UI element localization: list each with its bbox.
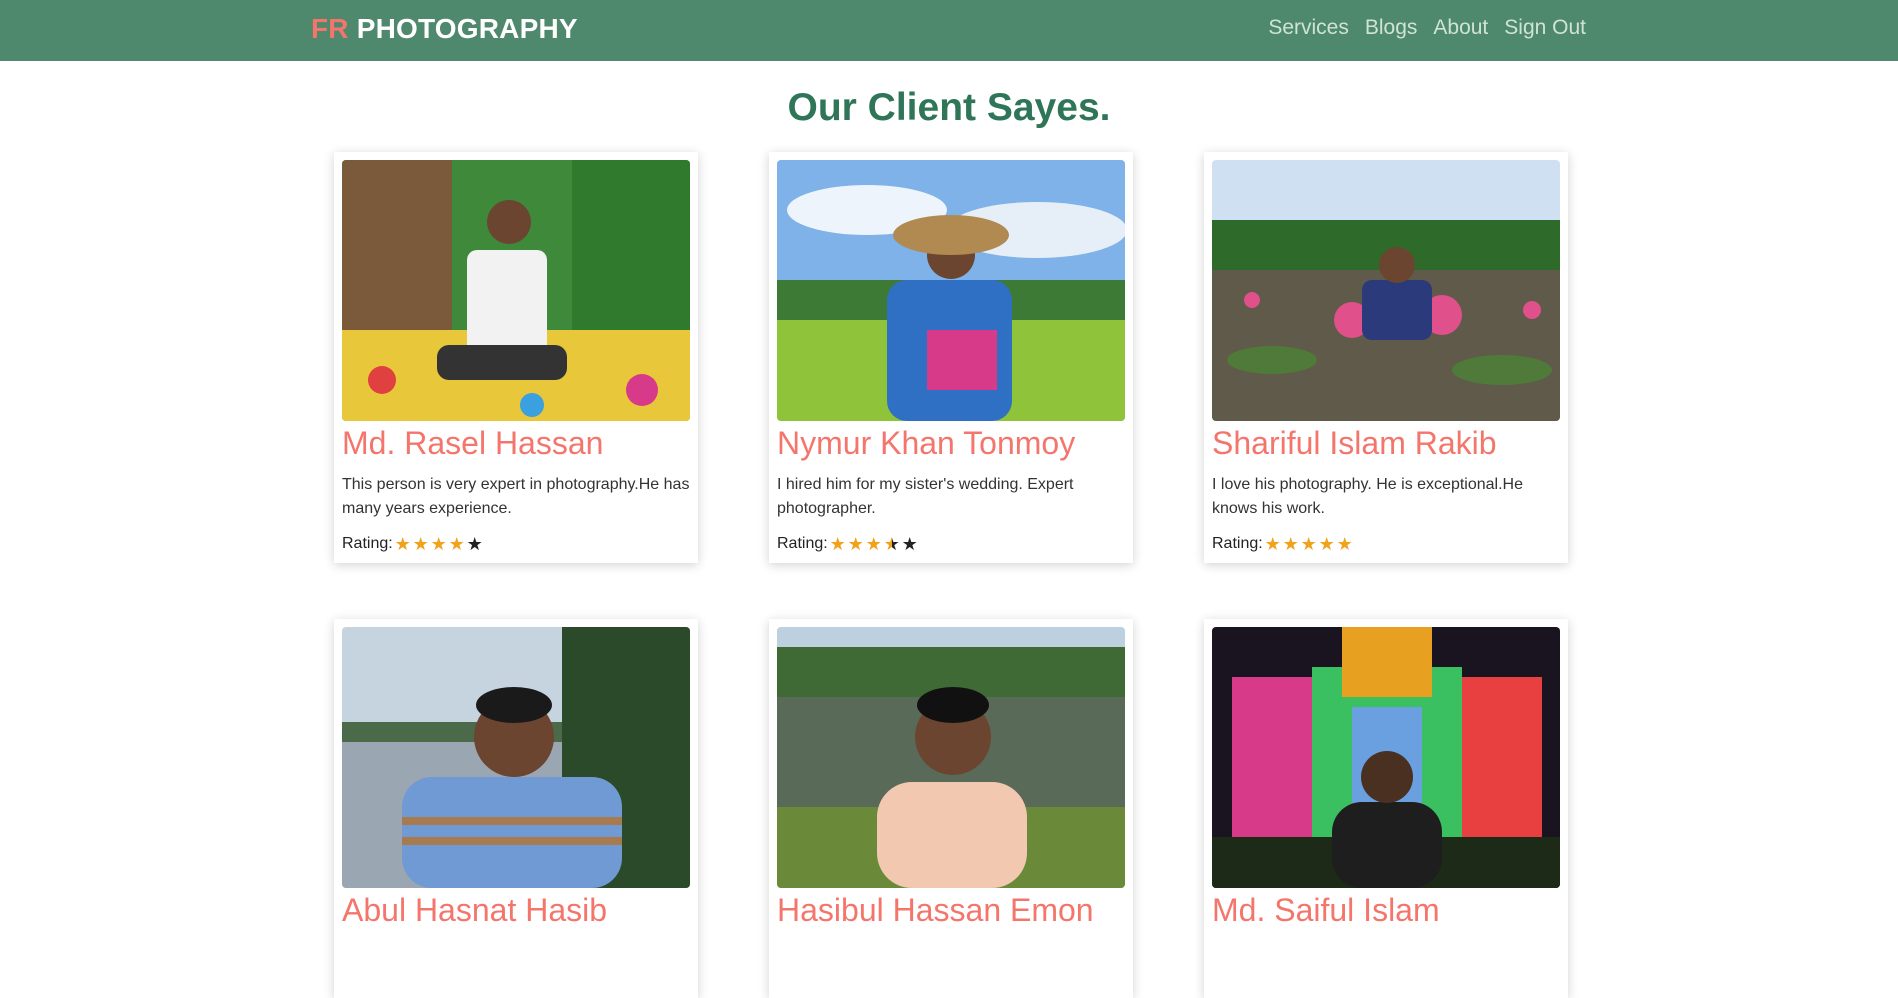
review-grid: Md. Rasel Hassan This person is very exp… — [334, 152, 1568, 998]
star-icon: ★ — [1282, 534, 1299, 554]
star-icon: ★ — [829, 534, 846, 554]
brand-accent: FR — [311, 13, 349, 44]
nav-links: Services Blogs About Sign Out — [1268, 16, 1586, 40]
star-icon: ★ — [430, 534, 447, 554]
rating-stars: ★ ★ ★ ★ ★ — [394, 535, 484, 553]
client-photo — [1212, 160, 1560, 421]
client-photo — [777, 627, 1125, 888]
review-card: Abul Hasnat Hasib — [334, 619, 698, 998]
client-photo — [1212, 627, 1560, 888]
brand-logo[interactable]: FR PHOTOGRAPHY — [311, 13, 578, 45]
review-card: Shariful Islam Rakib I love his photogra… — [1204, 152, 1568, 563]
review-card: Nymur Khan Tonmoy I hired him for my sis… — [769, 152, 1133, 563]
client-name: Nymur Khan Tonmoy — [777, 425, 1076, 461]
client-name: Hasibul Hassan Emon — [777, 892, 1094, 928]
review-text — [342, 940, 690, 988]
star-icon: ★ — [412, 534, 429, 554]
rating: Rating: ★ ★ ★ ★ ★ — [777, 535, 1125, 553]
client-name: Abul Hasnat Hasib — [342, 892, 608, 928]
navbar: FR PHOTOGRAPHY Services Blogs About Sign… — [0, 0, 1898, 61]
review-text: I hired him for my sister's wedding. Exp… — [777, 476, 1074, 517]
client-photo — [342, 160, 690, 421]
star-icon: ★ — [448, 534, 465, 554]
nav-link-sign-out[interactable]: Sign Out — [1504, 16, 1586, 40]
rating: Rating: ★ ★ ★ ★ ★ — [1212, 535, 1560, 553]
star-icon: ★ — [1336, 534, 1353, 554]
star-icon: ★ — [1300, 534, 1317, 554]
star-icon: ★ — [865, 534, 882, 554]
client-photo — [777, 160, 1125, 421]
rating-label: Rating: — [342, 535, 393, 552]
client-photo — [342, 627, 690, 888]
review-card: Md. Saiful Islam — [1204, 619, 1568, 998]
review-text: This person is very expert in photograph… — [342, 476, 690, 517]
review-text — [1212, 940, 1560, 988]
rating-stars: ★ ★ ★ ★ ★ — [1264, 535, 1354, 553]
rating-label: Rating: — [777, 535, 828, 552]
brand-name: PHOTOGRAPHY — [356, 13, 578, 44]
page-title: Our Client Sayes. — [787, 86, 1111, 130]
rating-label: Rating: — [1212, 535, 1263, 552]
star-empty-icon: ★ — [466, 534, 483, 554]
star-empty-icon: ★ — [901, 534, 918, 554]
rating-stars: ★ ★ ★ ★ ★ — [829, 535, 919, 553]
nav-link-services[interactable]: Services — [1268, 16, 1349, 40]
review-text: I love his photography. He is exceptiona… — [1212, 476, 1523, 517]
review-card: Md. Rasel Hassan This person is very exp… — [334, 152, 698, 563]
star-icon: ★ — [394, 534, 411, 554]
nav-link-about[interactable]: About — [1433, 16, 1488, 40]
review-text — [777, 940, 1125, 988]
star-icon: ★ — [1318, 534, 1335, 554]
nav-link-blogs[interactable]: Blogs — [1365, 16, 1418, 40]
star-icon: ★ — [847, 534, 864, 554]
review-card: Hasibul Hassan Emon — [769, 619, 1133, 998]
client-name: Md. Rasel Hassan — [342, 425, 604, 461]
rating: Rating: ★ ★ ★ ★ ★ — [342, 535, 690, 553]
star-half-icon: ★ — [883, 534, 900, 554]
star-icon: ★ — [1264, 534, 1281, 554]
client-name: Shariful Islam Rakib — [1212, 425, 1497, 461]
client-name: Md. Saiful Islam — [1212, 892, 1440, 928]
